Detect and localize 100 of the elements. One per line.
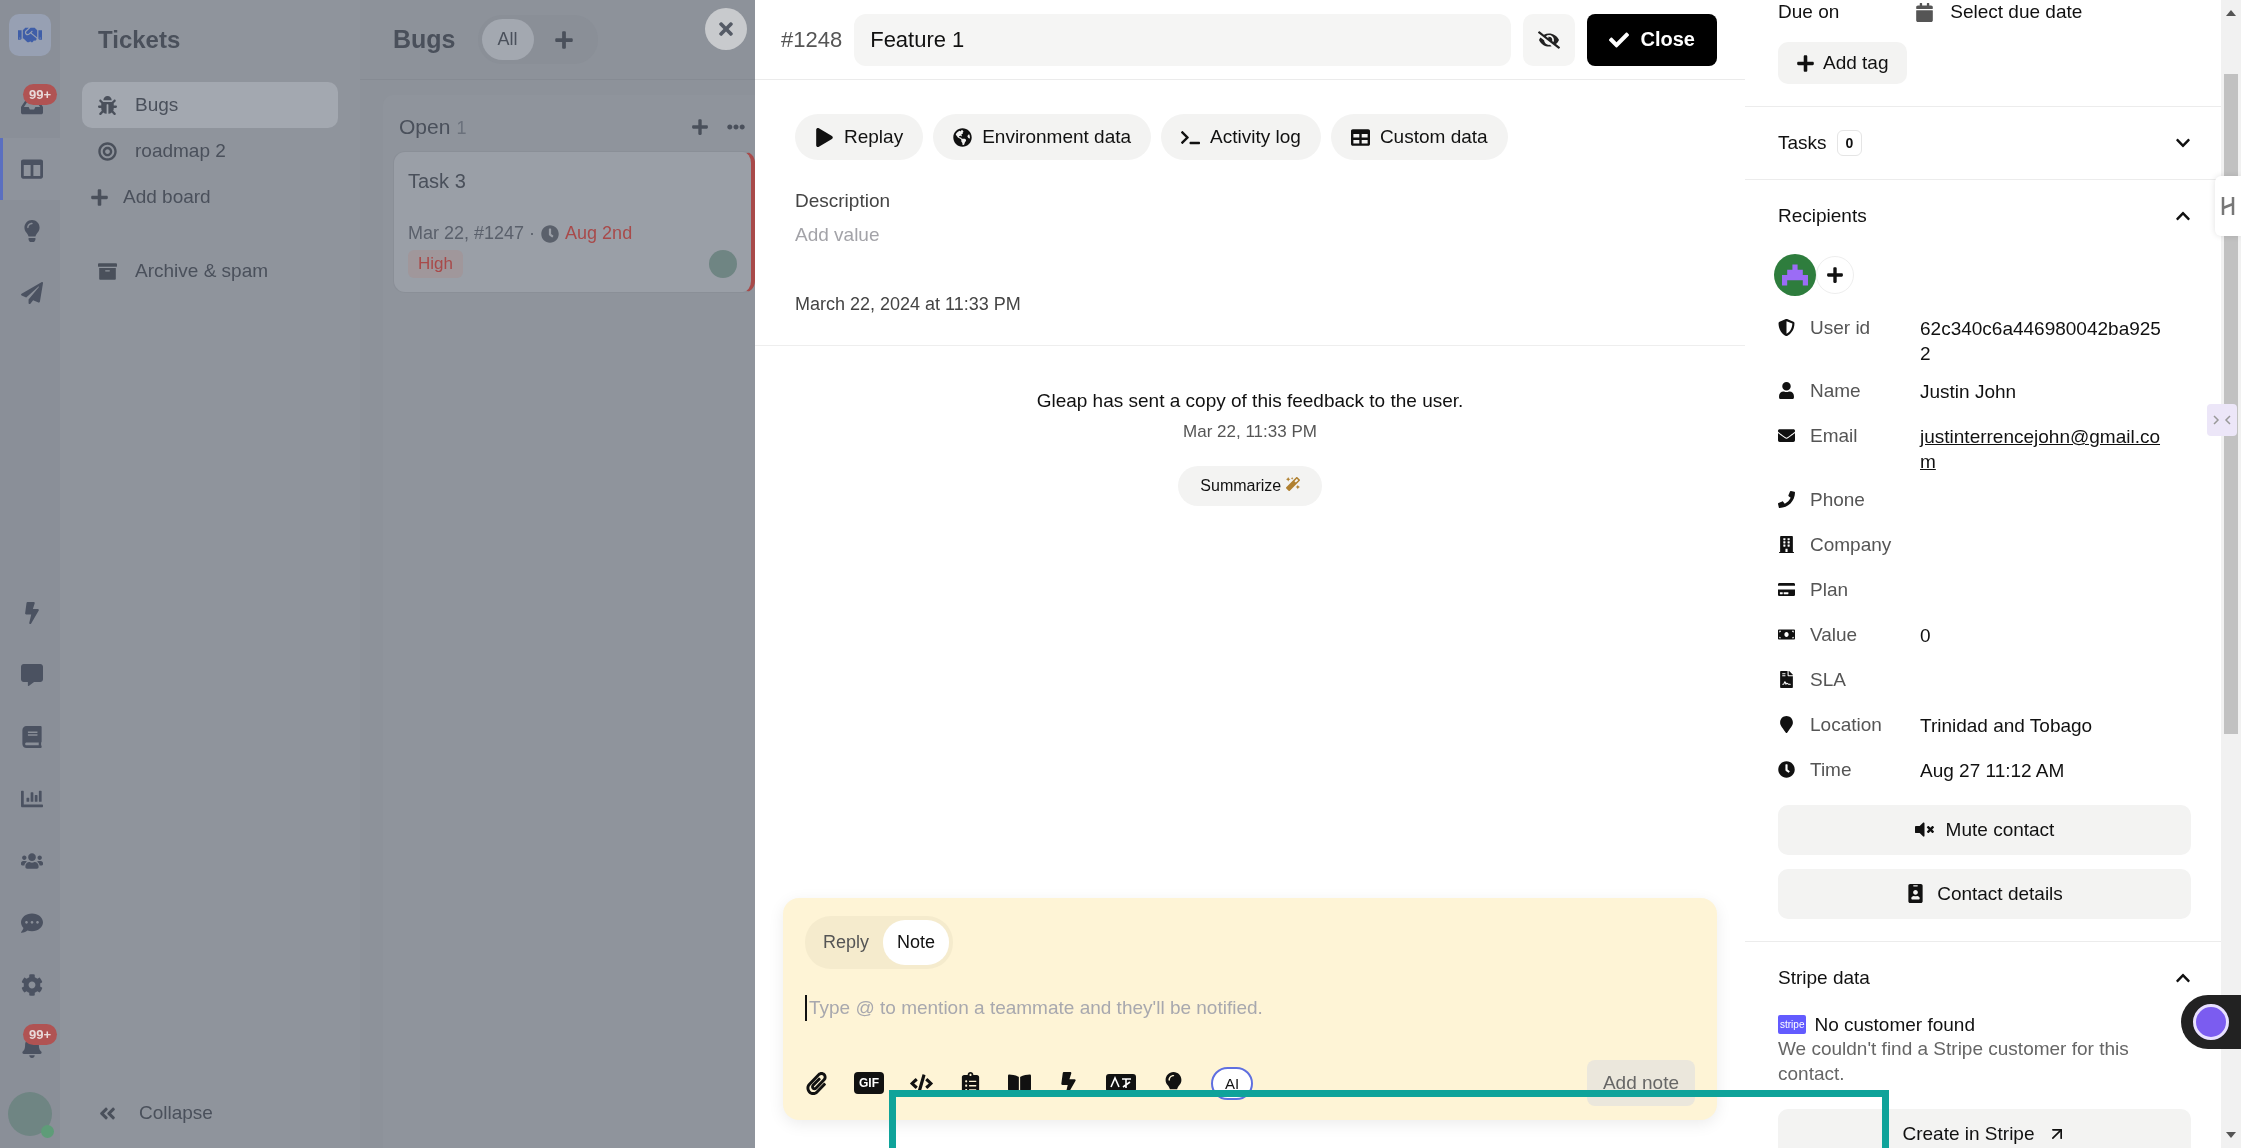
gif-button[interactable]: GIF <box>854 1072 884 1094</box>
online-dot <box>41 1125 54 1138</box>
handshake-logo[interactable] <box>9 14 51 56</box>
email-link[interactable]: justinterrencejohn@gmail.com <box>1920 425 2170 475</box>
globe-icon <box>953 127 973 147</box>
field-label: Location <box>1810 713 1883 736</box>
field-label: Name <box>1810 380 1862 403</box>
field-value: 62c340c6a446980042ba9252 <box>1920 317 2162 366</box>
section-title: Tasks <box>1778 132 1827 154</box>
rail-item[interactable]: 99+ <box>0 1016 60 1078</box>
section-title: Stripe data <box>1778 966 1870 989</box>
card-meta: Mar 22, #1247 · <box>408 223 536 244</box>
ticket-number: #1248 <box>781 26 843 53</box>
title-field[interactable]: Feature 1 <box>854 13 1511 66</box>
sidebar-title: Tickets <box>98 26 182 54</box>
recipient-avatar <box>1774 254 1816 296</box>
eye-slash-icon <box>1537 28 1560 51</box>
field-label: Value <box>1810 623 1859 646</box>
due-date: Aug 2nd <box>565 223 633 244</box>
data-button[interactable]: Custom data <box>1330 114 1508 160</box>
note-input[interactable]: Type @ to mention a teammate and they'll be notified. <box>805 995 1695 1021</box>
chat-launcher[interactable] <box>2181 995 2241 1049</box>
scroll-up-icon[interactable] <box>2226 10 2236 16</box>
data-button[interactable]: Activity log <box>1161 114 1321 160</box>
section-title: Recipients <box>1778 205 1867 227</box>
tasks-count: 0 <box>1836 130 1863 156</box>
due-label: Due on <box>1778 1 1840 23</box>
board-title: Bugs <box>393 25 456 54</box>
clock-icon <box>541 224 560 243</box>
chart-icon <box>20 788 43 810</box>
document-icon <box>1778 670 1795 688</box>
summarize-button[interactable]: Summarize <box>1178 466 1322 506</box>
field-value: Aug 27 11:12 AM <box>1920 758 2066 783</box>
close-icon <box>716 19 736 39</box>
mode-tab[interactable]: Reply <box>809 920 884 965</box>
id-badge-icon <box>1906 884 1926 904</box>
close-button[interactable] <box>705 8 747 50</box>
side-widget-tab[interactable] <box>2215 176 2241 236</box>
stripe-message: We couldn't find a Stripe customer for this contact. <box>1778 1036 2130 1087</box>
pin-icon <box>1778 715 1795 733</box>
field-value: Trinidad and Tobago <box>1920 713 2094 738</box>
data-button[interactable]: Replay <box>795 114 924 160</box>
data-button[interactable]: Environment data <box>933 114 1152 160</box>
mail-icon <box>1778 427 1795 445</box>
activity-time: Mar 22, 11:33 PM <box>1183 422 1317 442</box>
field-label: User id <box>1810 317 1872 339</box>
field-label: Email <box>1810 425 1859 448</box>
priority-tag: High <box>408 250 463 278</box>
created-date: March 22, 2024 at 11:33 PM <box>795 294 1022 315</box>
bot-face-icon <box>2193 1004 2229 1040</box>
paperclip-icon[interactable] <box>805 1071 828 1095</box>
mode-tab[interactable]: Note <box>883 920 950 965</box>
book-icon <box>20 726 43 748</box>
count-badge: 99+ <box>23 84 58 105</box>
create-stripe-button[interactable]: Create in Stripe <box>1778 1109 2191 1148</box>
wand-icon <box>1285 477 1300 491</box>
clock-icon <box>1778 760 1795 778</box>
settings-icon <box>20 974 43 996</box>
speaker-mute-icon <box>1914 820 1934 840</box>
count-badge: 99+ <box>23 1024 58 1045</box>
contact-button[interactable]: Contact details <box>1778 868 2191 919</box>
building-icon <box>1778 535 1795 553</box>
target-icon <box>98 141 117 161</box>
column-title: Open <box>399 115 451 138</box>
stripe-status: No customer found <box>1814 1013 1975 1036</box>
phone-icon <box>1778 490 1795 508</box>
plus-icon[interactable] <box>691 118 709 136</box>
description-label: Description <box>795 190 892 212</box>
rail-item[interactable]: 99+ <box>0 76 60 138</box>
plus-icon <box>90 187 109 207</box>
field-label: Time <box>1810 758 1853 781</box>
plus-icon <box>553 29 574 50</box>
plus-icon <box>1796 53 1815 73</box>
h-glyph-icon <box>2221 195 2235 217</box>
calendar-icon <box>1915 2 1935 22</box>
field-value: Justin John <box>1920 380 2018 405</box>
field-label: Phone <box>1810 488 1866 511</box>
add-recipient-button[interactable] <box>1816 256 1854 294</box>
field-label: Plan <box>1810 578 1850 601</box>
contact-button[interactable]: Mute contact <box>1778 804 2191 855</box>
plus-icon <box>1826 266 1844 284</box>
user-icon <box>1778 382 1795 400</box>
card-title: Task 3 <box>408 170 467 193</box>
activity-message: Gleap has sent a copy of this feedback to the user. <box>1036 390 1464 412</box>
close-ticket-button[interactable]: Close <box>1586 13 1717 66</box>
stripe-logo: stripe <box>1778 1015 1807 1035</box>
field-label: SLA <box>1810 668 1847 691</box>
table-icon <box>1350 127 1370 147</box>
due-date-picker[interactable]: Select due date <box>1915 1 2083 23</box>
scroll-down-icon[interactable] <box>2226 1132 2236 1138</box>
arrows-icon <box>2213 415 2231 425</box>
board-icon <box>20 158 43 180</box>
users-icon <box>20 850 43 872</box>
field-value: 0 <box>1920 623 1932 648</box>
assignee-avatar <box>709 250 737 278</box>
add-tag-button[interactable]: Add tag <box>1778 42 1907 84</box>
card-icon <box>1778 580 1795 598</box>
archive-icon <box>98 261 117 281</box>
hide-button[interactable] <box>1522 13 1575 66</box>
play-icon <box>815 127 834 147</box>
